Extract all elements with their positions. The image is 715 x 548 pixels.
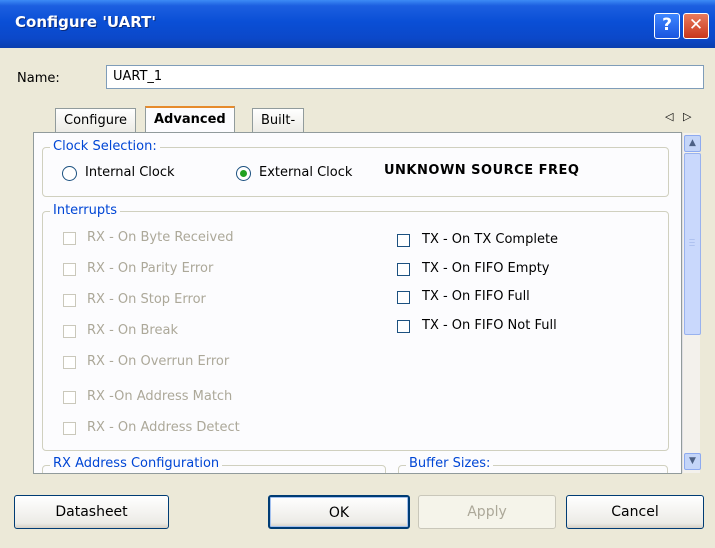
advanced-panel: Clock Selection: Internal Clock External…	[33, 132, 682, 474]
cancel-button[interactable]: Cancel	[566, 495, 704, 529]
name-input[interactable]: UART_1	[106, 65, 704, 89]
rx-stop-error-checkbox[interactable]	[63, 294, 76, 307]
datasheet-button[interactable]: Datasheet	[14, 495, 169, 529]
rx-stop-error-label: RX - On Stop Error	[87, 292, 206, 307]
help-button[interactable]: ?	[654, 13, 680, 39]
tab-configure[interactable]: Configure	[55, 108, 137, 132]
tab-advanced[interactable]: Advanced	[145, 106, 235, 132]
external-clock-radio[interactable]	[236, 166, 251, 181]
internal-clock-radio[interactable]	[62, 166, 77, 181]
rx-address-match-label: RX -On Address Match	[87, 389, 233, 404]
radio-selected-dot-icon	[240, 170, 247, 177]
apply-button[interactable]: Apply	[418, 495, 556, 529]
tab-built-in[interactable]: Built-in	[252, 108, 305, 152]
tx-fifo-not-full-checkbox[interactable]	[397, 320, 410, 333]
tab-scroll-left-icon[interactable]: ◁	[665, 110, 673, 123]
rx-address-match-checkbox[interactable]	[63, 391, 76, 404]
clock-status-text: UNKNOWN SOURCE FREQ	[384, 163, 580, 178]
buffer-sizes-title: Buffer Sizes:	[406, 456, 494, 471]
tx-fifo-empty-checkbox[interactable]	[397, 263, 410, 276]
tx-fifo-not-full-label: TX - On FIFO Not Full	[422, 318, 557, 333]
interrupts-title: Interrupts	[50, 203, 120, 218]
external-clock-label: External Clock	[259, 165, 353, 180]
tx-complete-label: TX - On TX Complete	[422, 232, 559, 247]
panel-scrollbar[interactable]: ▲ — — — ▼	[682, 133, 701, 473]
rx-parity-error-checkbox[interactable]	[63, 263, 76, 276]
internal-clock-label: Internal Clock	[85, 165, 175, 180]
rx-byte-received-checkbox[interactable]	[63, 232, 76, 245]
tx-complete-checkbox[interactable]	[397, 234, 410, 247]
tx-fifo-full-label: TX - On FIFO Full	[422, 289, 530, 304]
title-bar: Configure 'UART' ? ✕	[0, 0, 715, 48]
close-button[interactable]: ✕	[683, 13, 709, 39]
grip-icon: — — —	[689, 236, 695, 249]
rx-address-detect-label: RX - On Address Detect	[87, 420, 240, 435]
window-title: Configure 'UART'	[15, 13, 156, 31]
rx-address-detect-checkbox[interactable]	[63, 422, 76, 435]
scroll-up-icon[interactable]: ▲	[684, 135, 701, 152]
rx-break-label: RX - On Break	[87, 323, 178, 338]
clock-selection-title: Clock Selection:	[50, 139, 160, 154]
rx-byte-received-label: RX - On Byte Received	[87, 230, 234, 245]
rx-parity-error-label: RX - On Parity Error	[87, 261, 214, 276]
tab-scroll: ◁ ▷	[665, 110, 691, 123]
scroll-thumb[interactable]: — — —	[684, 153, 701, 335]
tab-scroll-right-icon[interactable]: ▷	[683, 110, 691, 123]
rx-overrun-error-checkbox[interactable]	[63, 356, 76, 369]
rx-break-checkbox[interactable]	[63, 325, 76, 338]
rx-address-config-title: RX Address Configuration	[50, 456, 223, 471]
scroll-down-icon[interactable]: ▼	[684, 453, 701, 470]
name-label: Name:	[17, 71, 60, 86]
ok-button[interactable]: OK	[268, 495, 410, 529]
rx-overrun-error-label: RX - On Overrun Error	[87, 354, 230, 369]
tx-fifo-empty-label: TX - On FIFO Empty	[422, 261, 550, 276]
tx-fifo-full-checkbox[interactable]	[397, 291, 410, 304]
